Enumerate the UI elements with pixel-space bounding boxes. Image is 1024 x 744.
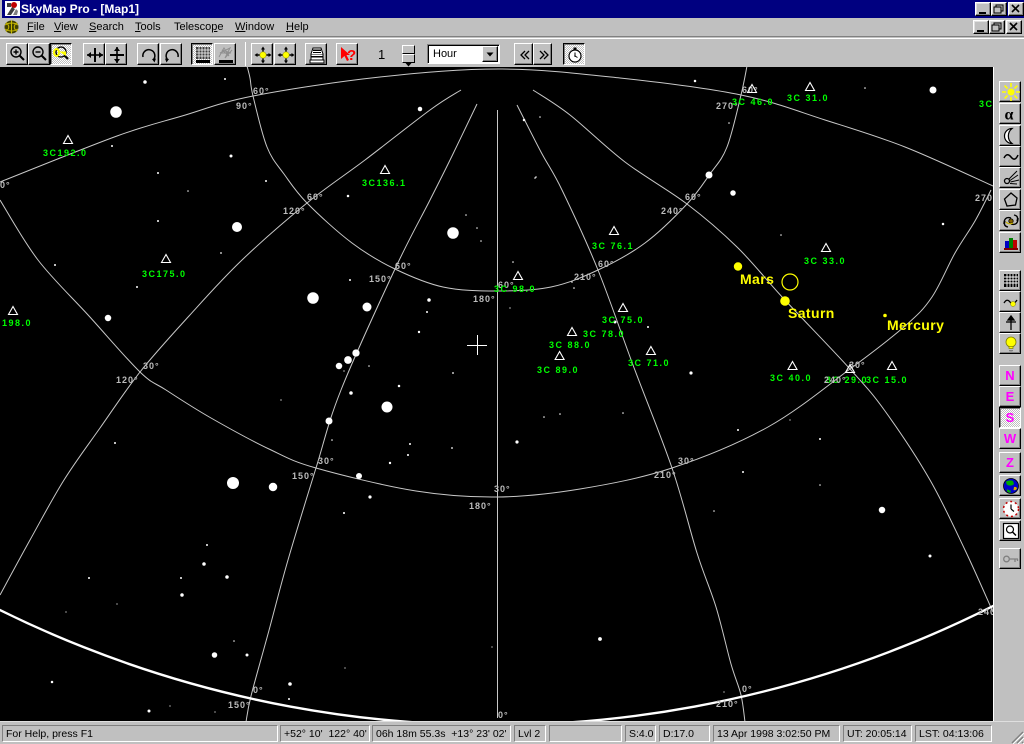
svg-text:3C 88.0: 3C 88.0 — [549, 340, 591, 350]
svg-text:0°: 0° — [253, 685, 264, 695]
svg-text:60°: 60° — [395, 261, 412, 271]
svg-text:60°: 60° — [598, 259, 615, 269]
svg-text:3C 33.0: 3C 33.0 — [804, 256, 846, 266]
svg-text:?: ? — [347, 47, 356, 64]
svg-text:3C175.0: 3C175.0 — [142, 269, 187, 279]
svg-text:30°: 30° — [494, 484, 511, 494]
svg-text:198.0: 198.0 — [2, 318, 32, 328]
svg-text:120°: 120° — [283, 206, 306, 216]
svg-text:210°: 210° — [574, 272, 597, 282]
svg-text:Saturn: Saturn — [788, 305, 835, 321]
svg-text:180°: 180° — [469, 501, 492, 511]
svg-text:3C 46.0: 3C 46.0 — [732, 97, 774, 107]
svg-text:3C: 3C — [979, 99, 993, 109]
svg-text:120°: 120° — [116, 375, 139, 385]
svg-text:90°: 90° — [236, 101, 253, 111]
svg-text:60°: 60° — [253, 86, 270, 96]
svg-text:180°: 180° — [473, 294, 496, 304]
svg-text:3C 71.0: 3C 71.0 — [628, 358, 670, 368]
svg-text:3C 76.1: 3C 76.1 — [592, 241, 634, 251]
svg-text:210°: 210° — [716, 699, 739, 709]
svg-text:Mercury: Mercury — [887, 317, 944, 333]
svg-text:60°: 60° — [307, 192, 324, 202]
svg-text:3C136.1: 3C136.1 — [362, 178, 407, 188]
svg-text:150°: 150° — [369, 274, 392, 284]
svg-text:150°: 150° — [228, 700, 251, 710]
svg-text:3C 89.0: 3C 89.0 — [537, 365, 579, 375]
svg-text:240°: 240° — [661, 206, 684, 216]
svg-text:30°: 30° — [849, 360, 866, 370]
svg-text:60°: 60° — [685, 192, 702, 202]
svg-text:0°: 0° — [498, 710, 509, 720]
svg-text:210°: 210° — [654, 470, 677, 480]
svg-text:3C 40.0: 3C 40.0 — [770, 373, 812, 383]
svg-text:3C 98.0: 3C 98.0 — [494, 284, 536, 294]
svg-text:240°: 240° — [824, 375, 847, 385]
svg-text:Mars: Mars — [740, 271, 774, 287]
svg-text:3C 15.0: 3C 15.0 — [866, 375, 908, 385]
svg-text:3C 31.0: 3C 31.0 — [787, 93, 829, 103]
svg-text:3C 75.0: 3C 75.0 — [602, 315, 644, 325]
svg-text:3C192.0: 3C192.0 — [43, 148, 88, 158]
svg-text:0°: 0° — [742, 684, 753, 694]
svg-text:270: 270 — [975, 193, 993, 203]
svg-text:0°: 0° — [0, 180, 11, 190]
svg-text:30°: 30° — [678, 456, 695, 466]
svg-text:30°: 30° — [143, 361, 160, 371]
svg-text:30°: 30° — [318, 456, 335, 466]
svg-text:3C 78.0: 3C 78.0 — [583, 329, 625, 339]
svg-text:α: α — [1005, 107, 1014, 124]
svg-text:150°: 150° — [292, 471, 315, 481]
svg-text:240: 240 — [978, 607, 993, 617]
